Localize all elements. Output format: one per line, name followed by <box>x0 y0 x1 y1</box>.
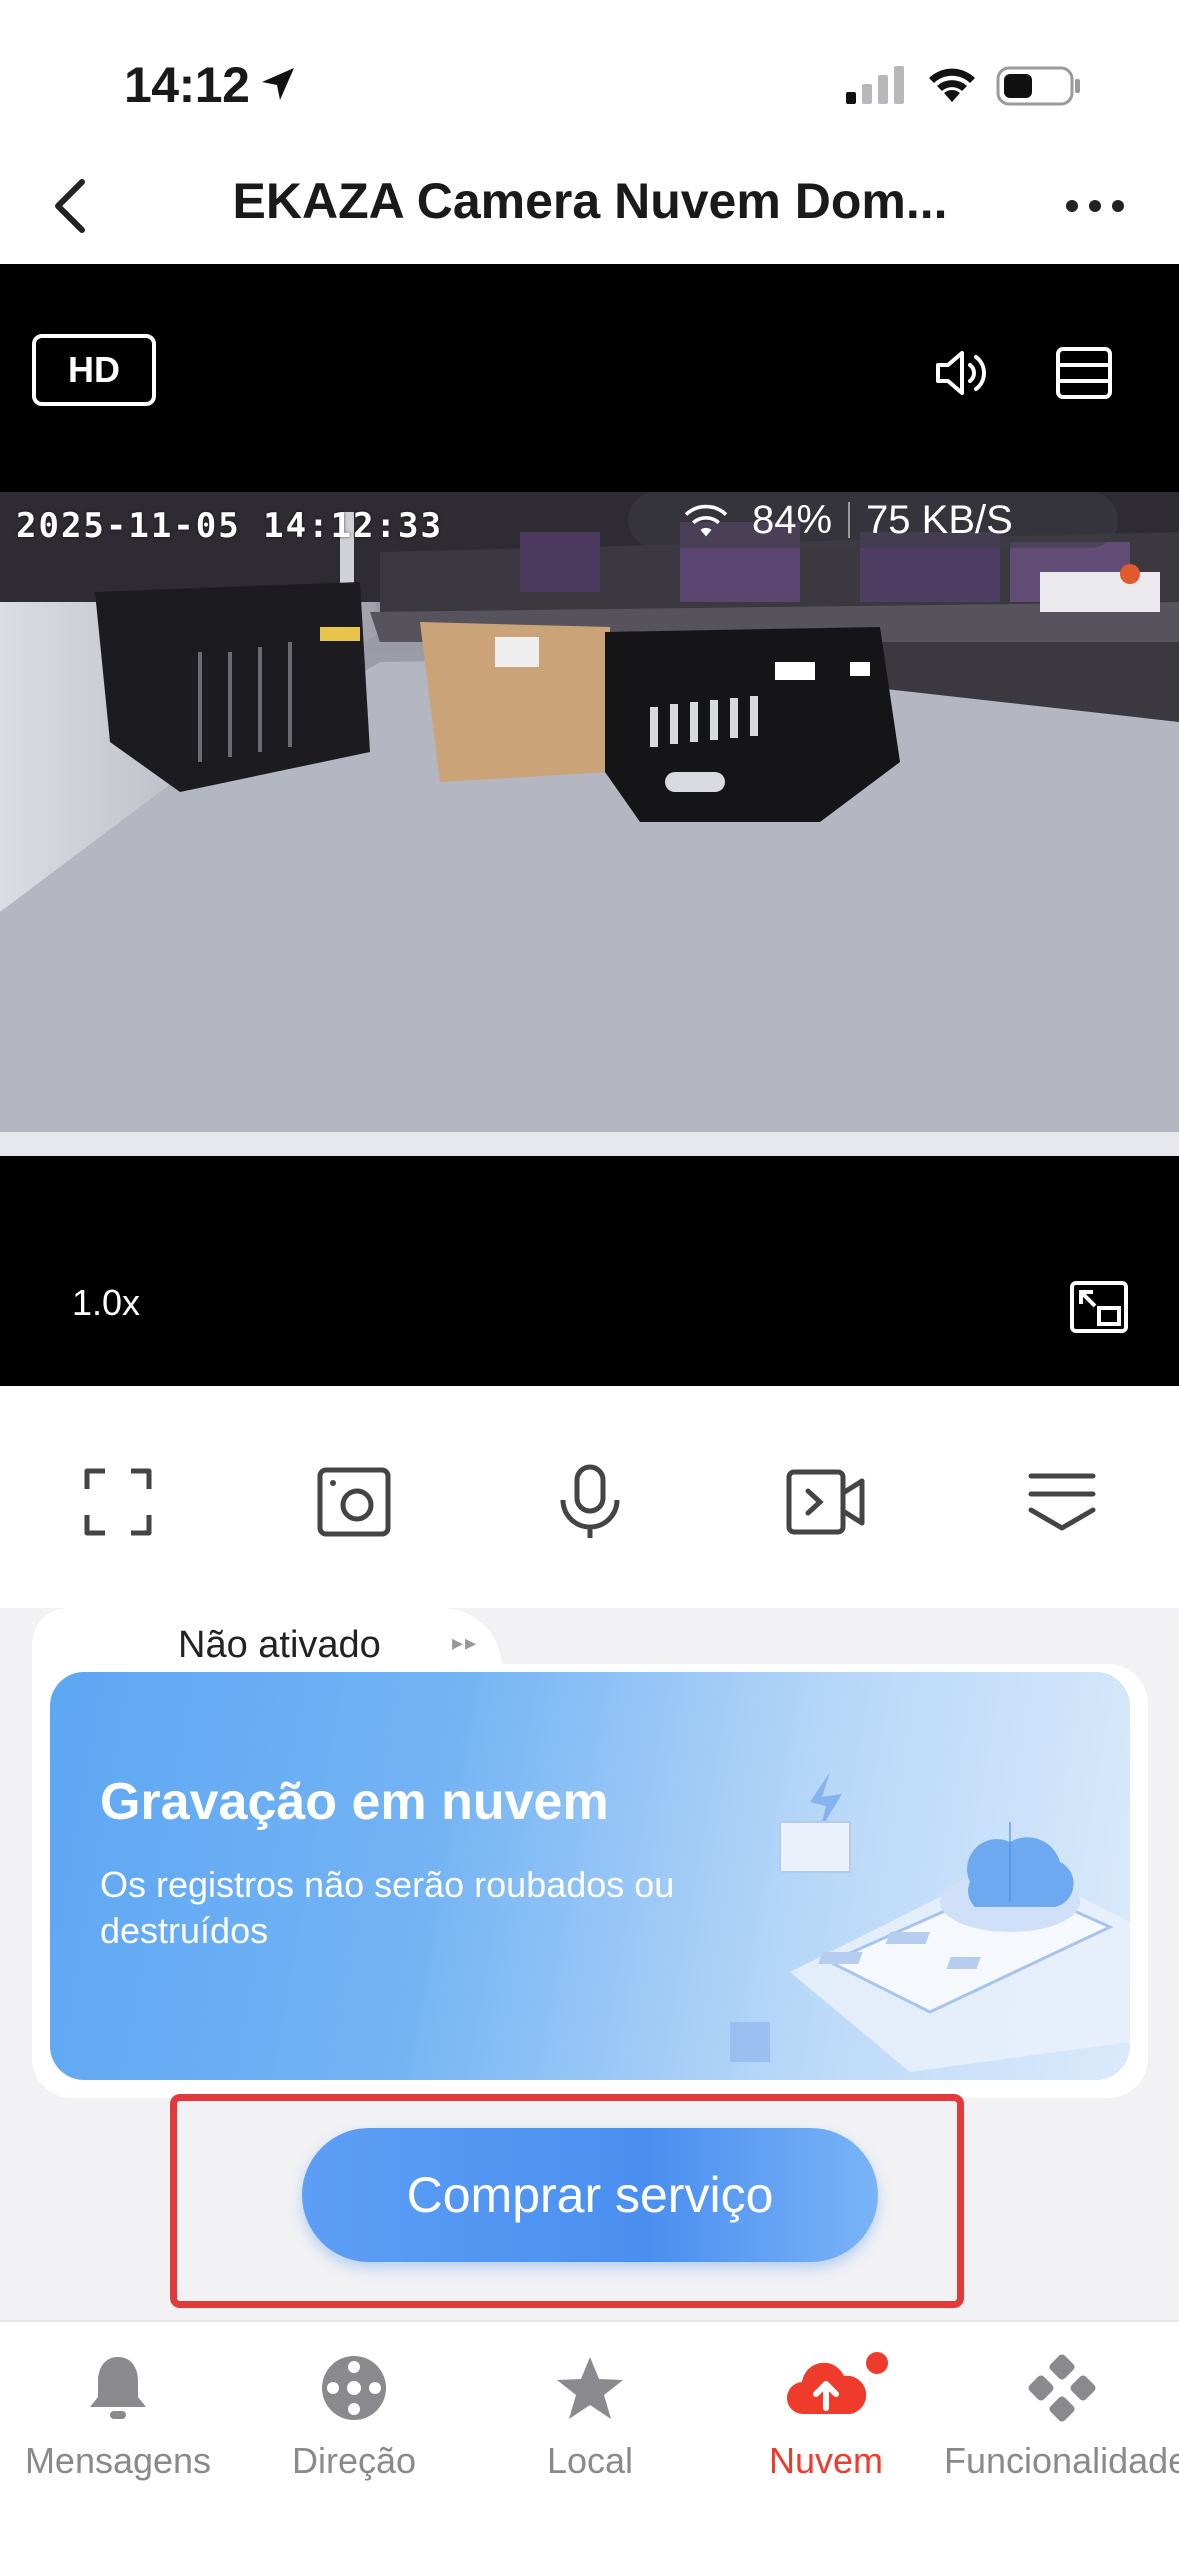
chevrons-right-icon: ▸▸ <box>452 1630 479 1655</box>
chevron-left-icon <box>55 179 85 233</box>
tab-label: Nuvem <box>768 2440 884 2481</box>
cloud-banner[interactable]: Gravação em nuvem Os registros não serão… <box>50 1672 1130 2080</box>
star-icon <box>557 2357 623 2419</box>
tab-nuvem[interactable]: Nuvem <box>708 2346 944 2482</box>
tab-local[interactable]: Local <box>472 2346 708 2482</box>
tab-direcao[interactable]: Direção <box>236 2346 472 2482</box>
cloud-upload-icon <box>787 2362 866 2415</box>
camera-feed: 2025-11-05 14:12:33 84% 75 KB/S <box>0 492 1179 1156</box>
tab-mensagens[interactable]: Mensagens <box>0 2346 236 2482</box>
speaker-button[interactable] <box>920 338 1000 408</box>
pip-icon <box>1070 1281 1128 1333</box>
nav-bar: EKAZA Camera Nuvem Dom... <box>0 150 1179 264</box>
divider <box>848 502 851 538</box>
banner-subtitle: Os registros não serão roubados ou destr… <box>100 1864 675 1951</box>
features-icon <box>1028 2354 1096 2422</box>
zoom-level: 1.0x <box>72 1282 141 1323</box>
status-time: 14:12 <box>124 57 250 113</box>
camera-scene-image <box>0 492 1179 1156</box>
page-title: EKAZA Camera Nuvem Dom... <box>232 173 948 229</box>
record-video-button[interactable] <box>776 1452 876 1552</box>
banner-title: Gravação em nuvem <box>100 1773 609 1831</box>
video-record-icon <box>786 1469 865 1535</box>
buy-service-button[interactable]: Comprar serviço <box>302 2128 878 2262</box>
live-video-player[interactable]: HD 2025-11-05 14:12:33 84% 75 KB/S 1.0x <box>0 264 1179 1386</box>
cloud-server-illustration <box>730 1772 1130 2072</box>
fullscreen-button[interactable] <box>68 1452 168 1552</box>
fullscreen-icon <box>84 1468 152 1536</box>
back-button[interactable] <box>30 166 110 246</box>
notification-dot <box>866 2352 888 2374</box>
tab-label: Funcionalidade <box>944 2440 1179 2481</box>
joystick-icon <box>322 2356 386 2420</box>
signal-percent: 84% <box>752 497 833 542</box>
cellular-signal-icon <box>846 66 906 109</box>
bell-icon <box>90 2357 146 2419</box>
cloud-panel: Não ativado ▸▸ Gravação em nuvem Os regi… <box>0 1608 1179 2320</box>
snapshot-button[interactable] <box>304 1452 404 1552</box>
battery-icon <box>996 66 1082 111</box>
video-timestamp: 2025-11-05 14:12:33 <box>16 506 443 546</box>
more-options-button[interactable] <box>1050 166 1140 246</box>
network-status-pill: 84% 75 KB/S <box>628 492 1118 548</box>
wifi-icon <box>924 62 980 111</box>
speaker-icon <box>936 351 986 395</box>
status-tab-label: Não ativado <box>178 1624 381 1666</box>
tab-funcionalidade[interactable]: Funcionalidade <box>944 2346 1179 2482</box>
picture-in-picture-button[interactable] <box>1062 1274 1136 1340</box>
bitrate-value: 75 KB/S <box>866 497 1013 542</box>
more-controls-button[interactable] <box>1012 1452 1112 1552</box>
control-bar <box>0 1386 1179 1608</box>
tab-label: Direção <box>291 2440 417 2481</box>
tab-label: Mensagens <box>24 2440 212 2481</box>
microphone-icon <box>560 1464 620 1538</box>
wifi-signal-icon <box>684 504 728 537</box>
quality-toggle-button[interactable]: HD <box>32 334 156 406</box>
camera-snapshot-icon <box>317 1467 391 1537</box>
microphone-button[interactable] <box>540 1452 640 1552</box>
layout-list-icon <box>1056 347 1112 399</box>
bottom-tab-bar: Mensagens Direção Local Nuvem Funcionali… <box>0 2320 1179 2556</box>
location-arrow-icon <box>258 64 298 109</box>
layout-button[interactable] <box>1044 338 1124 408</box>
tab-label: Local <box>546 2440 634 2481</box>
status-bar: 14:12 <box>0 0 1179 150</box>
more-dots-icon <box>1066 200 1124 212</box>
expand-menu-icon <box>1028 1473 1096 1531</box>
